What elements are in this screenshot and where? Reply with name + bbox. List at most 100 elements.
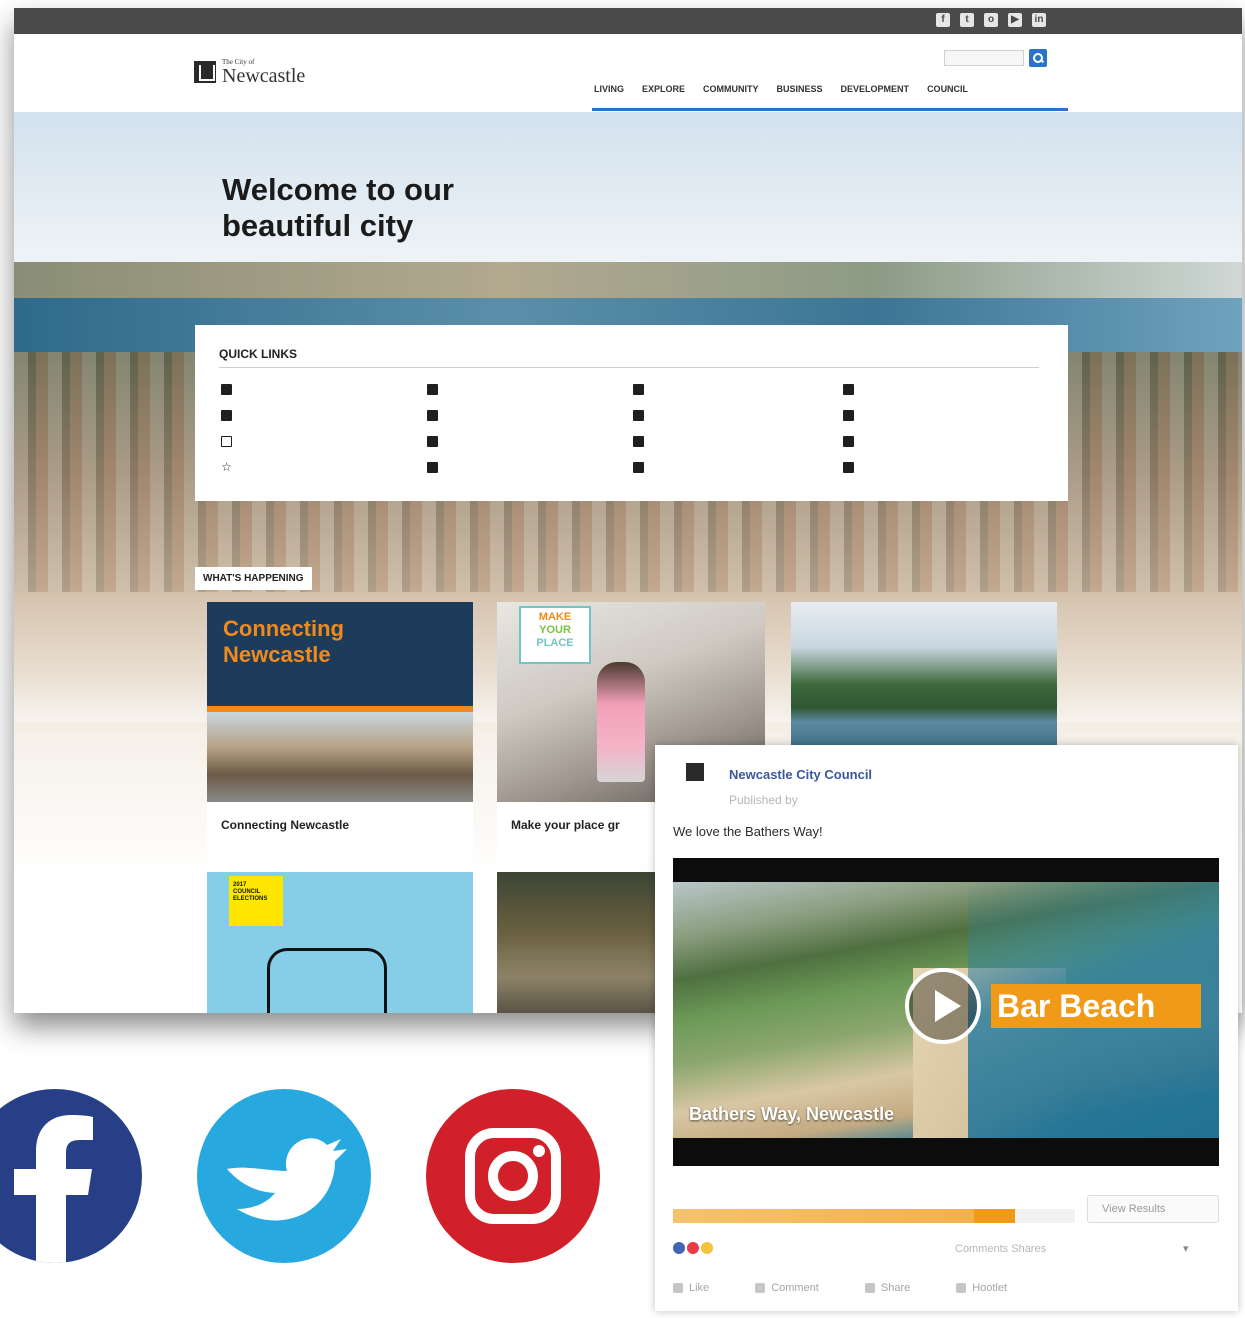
make-your-place-logo: MAKE YOUR PLACE: [519, 606, 591, 664]
nav-living[interactable]: LIVING: [594, 84, 624, 94]
utility-bar: f t o ▶ in: [14, 8, 1242, 34]
instagram-icon[interactable]: o: [984, 13, 998, 27]
quick-link[interactable]: [427, 461, 633, 474]
location-pin-icon: [427, 462, 438, 473]
like-reaction-icon: [673, 1242, 685, 1254]
nav-business[interactable]: BUSINESS: [777, 84, 823, 94]
wrench-icon: [633, 436, 644, 447]
wow-reaction-icon: [701, 1242, 713, 1254]
quick-links-title: QUICK LINKS: [219, 347, 297, 361]
nav-explore[interactable]: EXPLORE: [642, 84, 685, 94]
view-results-label: View Results: [1102, 1203, 1166, 1215]
leaf-icon: [427, 384, 438, 395]
star-icon: ☆: [221, 460, 232, 474]
calendar-icon: [633, 410, 644, 421]
quick-link[interactable]: [633, 383, 843, 396]
logo-text: Newcastle: [222, 65, 306, 87]
main-nav: LIVING EXPLORE COMMUNITY BUSINESS DEVELO…: [594, 84, 968, 94]
share-button[interactable]: Share: [864, 1282, 910, 1294]
search-icon[interactable]: [1029, 49, 1047, 67]
video-title: Bathers Way, Newcastle: [689, 1104, 895, 1124]
hero-title-line-2: beautiful city: [222, 208, 414, 243]
quick-links-grid: ☆: [221, 383, 1043, 474]
post-meta: Published by: [729, 793, 798, 807]
city-logo[interactable]: The City of Newcastle: [194, 58, 305, 86]
quick-links-panel: QUICK LINKS ☆: [195, 325, 1068, 501]
reactions[interactable]: [673, 1242, 721, 1254]
news-card-connecting-newcastle[interactable]: Connecting Newcastle Connecting Newcastl…: [207, 602, 473, 862]
map-icon: [221, 436, 232, 447]
hootlet-icon: [956, 1283, 967, 1293]
post-video[interactable]: Bar Beach Bathers Way, Newcastle: [673, 858, 1219, 1166]
card-photo: [207, 712, 473, 802]
nav-council[interactable]: COUNCIL: [927, 84, 968, 94]
facebook-logo-icon: [0, 1089, 142, 1263]
comment-share-counts[interactable]: Comments Shares: [955, 1243, 1046, 1255]
quick-link[interactable]: [843, 409, 1043, 422]
quick-links-divider: [219, 367, 1039, 368]
poll-bar: [673, 1209, 1075, 1223]
quick-link[interactable]: [427, 435, 633, 448]
card-figure: [597, 662, 645, 782]
library-icon: [843, 462, 854, 473]
facebook-icon[interactable]: f: [936, 13, 950, 27]
nav-underline: [592, 108, 1068, 111]
flag-icon: [843, 436, 854, 447]
ballot-illustration: [267, 948, 387, 1013]
page-avatar[interactable]: [677, 763, 713, 807]
nav-development[interactable]: DEVELOPMENT: [841, 84, 910, 94]
comment-icon: [755, 1283, 766, 1293]
search-input[interactable]: [944, 50, 1024, 66]
post-actions: Like Comment Share Hootlet: [673, 1282, 1007, 1294]
whats-happening-heading: WHAT'S HAPPENING: [195, 567, 312, 590]
site-header: The City of Newcastle LIVING EXPLORE COM…: [14, 34, 1242, 112]
quick-link[interactable]: [427, 383, 633, 396]
nav-community[interactable]: COMMUNITY: [703, 84, 759, 94]
quick-link[interactable]: [633, 461, 843, 474]
home-icon: [843, 384, 854, 395]
card-caption: Make your place gr: [511, 818, 620, 832]
hero-title-line-1: Welcome to our: [222, 172, 454, 207]
logo-mark-icon: [194, 61, 216, 83]
chevron-down-icon[interactable]: ▾: [1183, 1242, 1189, 1255]
hero-title: Welcome to our beautiful city: [222, 172, 454, 244]
poll-fill: [673, 1209, 1015, 1223]
love-reaction-icon: [687, 1242, 699, 1254]
post-text: We love the Bathers Way!: [673, 824, 823, 839]
view-results-button[interactable]: View Results: [1087, 1195, 1219, 1223]
quick-link[interactable]: [843, 383, 1043, 396]
card-caption: Connecting Newcastle: [221, 818, 350, 832]
quick-link[interactable]: [221, 409, 427, 422]
share-icon: [864, 1283, 875, 1293]
quick-link[interactable]: [221, 383, 427, 396]
news-card-council-elections[interactable]: 2017 COUNCIL ELECTIONS: [207, 872, 473, 1013]
quick-link[interactable]: [843, 461, 1043, 474]
linkedin-icon[interactable]: in: [1032, 13, 1046, 27]
twitter-icon[interactable]: t: [960, 13, 974, 27]
hootlet-button[interactable]: Hootlet: [956, 1282, 1007, 1294]
card-banner-title: Connecting Newcastle: [223, 616, 344, 667]
file-icon: [633, 462, 644, 473]
quick-link[interactable]: [633, 435, 843, 448]
hero-sky: [14, 112, 1242, 262]
hero-land: [14, 262, 1242, 298]
comment-button[interactable]: Comment: [755, 1282, 819, 1294]
edit-icon: [221, 384, 232, 395]
play-icon[interactable]: [905, 968, 981, 1044]
book-icon: [843, 410, 854, 421]
youtube-icon[interactable]: ▶: [1008, 13, 1022, 27]
quick-link[interactable]: [427, 409, 633, 422]
twitter-logo-icon: [197, 1089, 371, 1263]
quick-link[interactable]: [633, 409, 843, 422]
instagram-logo-icon: [426, 1089, 600, 1263]
like-button[interactable]: Like: [673, 1282, 709, 1294]
person-icon: [427, 436, 438, 447]
post-page-name[interactable]: Newcastle City Council: [729, 767, 872, 782]
header-social-icons: f t o ▶ in: [936, 13, 1046, 27]
quick-link[interactable]: [221, 435, 427, 448]
chat-icon: [427, 410, 438, 421]
page: f t o ▶ in The City of Newcastle LIVING …: [0, 0, 1245, 1318]
quick-link[interactable]: [843, 435, 1043, 448]
quick-link[interactable]: ☆: [221, 461, 427, 474]
news-card-river[interactable]: [791, 602, 1057, 752]
